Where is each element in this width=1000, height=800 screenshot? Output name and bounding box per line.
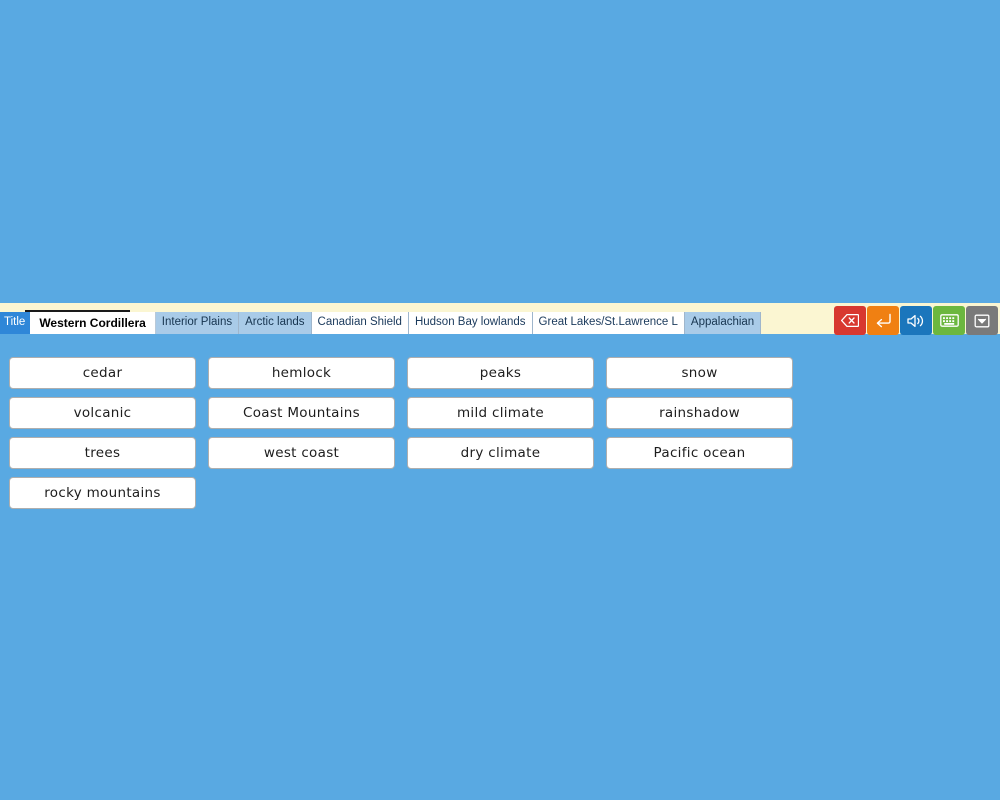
speaker-icon	[907, 314, 924, 327]
sound-key[interactable]	[900, 306, 932, 335]
keyboard-icon	[939, 314, 959, 327]
tab-western-cordillera[interactable]: Western Cordillera	[30, 312, 156, 334]
tab-appalachian[interactable]: Appalachian	[684, 312, 762, 334]
enter-arrow-icon	[876, 313, 891, 328]
word-card[interactable]: snow	[606, 357, 793, 389]
tab-arctic-lands[interactable]: Arctic lands	[239, 312, 312, 334]
word-card[interactable]: trees	[9, 437, 196, 469]
toolbar-key-buttons	[834, 306, 998, 335]
word-card[interactable]: west coast	[208, 437, 395, 469]
word-card[interactable]: peaks	[407, 357, 594, 389]
backspace-key[interactable]	[834, 306, 866, 335]
keyboard-key[interactable]	[933, 306, 965, 335]
backspace-icon	[841, 314, 859, 327]
tab-hudson-bay-lowlands[interactable]: Hudson Bay lowlands	[408, 312, 533, 334]
word-card[interactable]: volcanic	[9, 397, 196, 429]
word-card[interactable]: Coast Mountains	[208, 397, 395, 429]
word-card[interactable]: Pacific ocean	[606, 437, 793, 469]
word-card[interactable]: rocky mountains	[9, 477, 196, 509]
tab-great-lakes-st-lawrence-l[interactable]: Great Lakes/St.Lawrence L	[532, 312, 685, 334]
collapse-key[interactable]	[966, 306, 998, 335]
word-card[interactable]: mild climate	[407, 397, 594, 429]
word-card[interactable]: cedar	[9, 357, 196, 389]
category-tab-list: Title Western Cordillera Interior Plains Ar…	[0, 312, 762, 334]
collapse-chevron-icon	[974, 314, 990, 327]
tab-title[interactable]: Title	[0, 312, 31, 334]
tab-interior-plains[interactable]: Interior Plains	[155, 312, 240, 334]
word-card-grid: cedar hemlock peaks snow volcanic Coast Mount…	[9, 357, 995, 517]
word-card[interactable]: hemlock	[208, 357, 395, 389]
app-root: Title Western Cordillera Interior Plains Ar…	[0, 0, 1000, 800]
word-card[interactable]: rainshadow	[606, 397, 793, 429]
word-card[interactable]: dry climate	[407, 437, 594, 469]
enter-key[interactable]	[867, 306, 899, 335]
tab-canadian-shield[interactable]: Canadian Shield	[311, 312, 409, 334]
